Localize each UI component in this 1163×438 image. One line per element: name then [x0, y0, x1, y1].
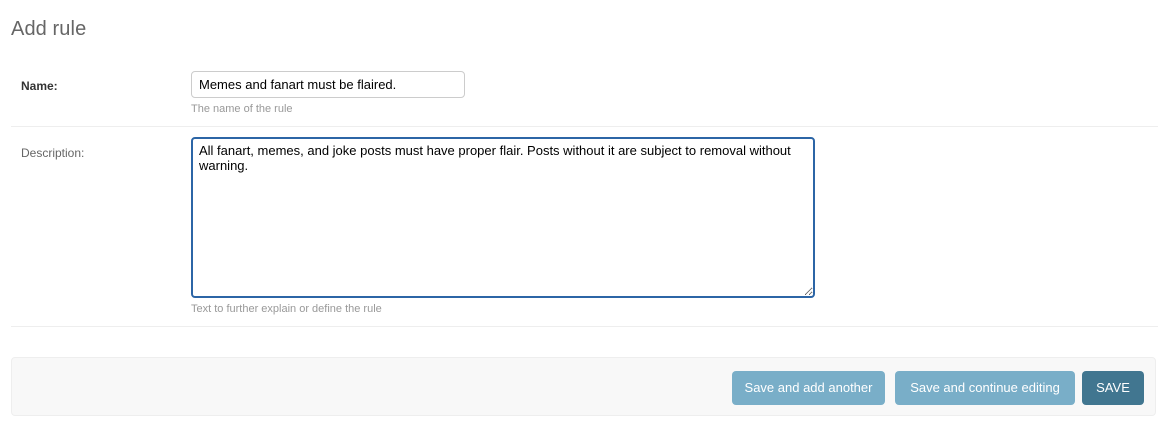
name-field[interactable]: [191, 71, 465, 98]
name-label: Name:: [21, 79, 58, 93]
submit-row: Save and add another Save and continue e…: [11, 357, 1156, 416]
description-label: Description:: [21, 146, 85, 160]
page-title: Add rule: [11, 18, 87, 40]
save-button[interactable]: SAVE: [1082, 371, 1144, 405]
form-row-name: Name: The name of the rule: [11, 58, 1158, 127]
form-row-description: Description: All fanart, memes, and joke…: [11, 127, 1158, 327]
name-help-text: The name of the rule: [191, 103, 293, 115]
save-and-add-another-button[interactable]: Save and add another: [732, 371, 885, 405]
description-help-text: Text to further explain or define the ru…: [191, 303, 382, 315]
description-textarea[interactable]: All fanart, memes, and joke posts must h…: [191, 137, 815, 298]
save-and-continue-button[interactable]: Save and continue editing: [895, 371, 1075, 405]
